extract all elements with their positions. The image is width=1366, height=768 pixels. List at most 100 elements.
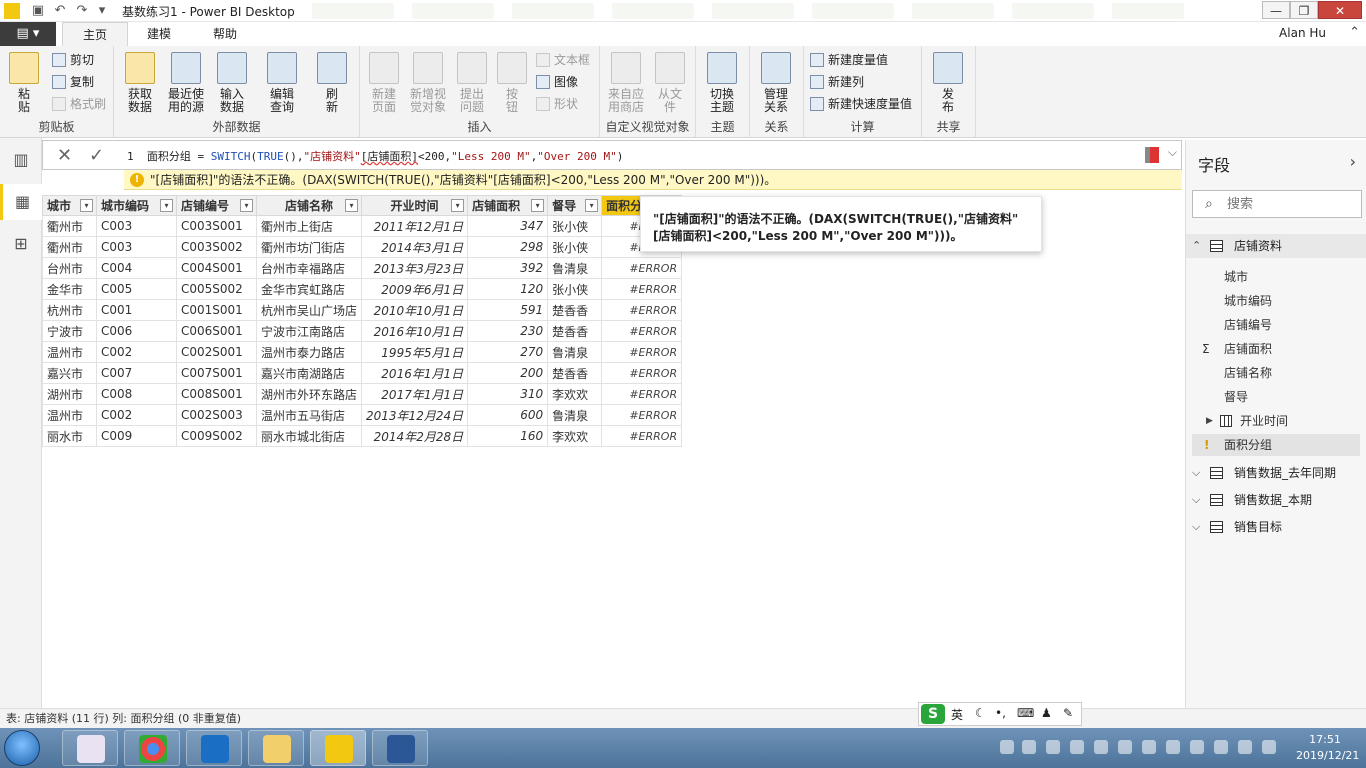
report-view-icon[interactable]: ▥ xyxy=(0,142,42,178)
table-cell[interactable]: #ERROR xyxy=(601,320,683,342)
table-cell[interactable]: 张小侠 xyxy=(547,215,603,237)
field-item[interactable]: 城市编码 xyxy=(1186,290,1366,312)
table-cell[interactable]: C009S002 xyxy=(176,425,257,447)
table-cell[interactable]: 衢州市 xyxy=(42,236,97,258)
enter-data-button[interactable]: 输入 数据 xyxy=(212,52,252,114)
signal-icon[interactable] xyxy=(1238,740,1252,754)
taskbar-explorer[interactable] xyxy=(248,730,304,766)
from-file-button[interactable]: 从文 件 xyxy=(650,52,690,114)
undo-icon[interactable]: ↶ xyxy=(52,3,68,19)
recent-sources-button[interactable]: 最近使 用的源 xyxy=(164,52,208,114)
table-cell[interactable]: 鲁清泉 xyxy=(547,404,603,426)
tray-icon[interactable] xyxy=(1166,740,1180,754)
table-cell[interactable]: C008 xyxy=(96,383,177,405)
table-cell[interactable]: 金华市 xyxy=(42,278,97,300)
column-header[interactable]: 城市 ▾ xyxy=(42,195,97,216)
textbox-button[interactable]: 文本框 xyxy=(536,50,590,70)
cancel-formula-icon[interactable]: ✕ xyxy=(57,145,72,166)
table-cell[interactable]: C006 xyxy=(96,320,177,342)
table-cell[interactable]: 张小侠 xyxy=(547,236,603,258)
table-cell[interactable]: 宁波市江南路店 xyxy=(255,320,363,342)
table-cell[interactable]: 丽水市城北街店 xyxy=(255,425,363,447)
tab-home[interactable]: 主页 xyxy=(62,22,128,46)
table-cell[interactable]: 温州市 xyxy=(42,341,97,363)
table-cell[interactable]: 2013年3月23日 xyxy=(361,257,469,279)
table-cell[interactable]: 李欢欢 xyxy=(547,425,603,447)
switch-theme-button[interactable]: 切换 主题 xyxy=(702,52,742,114)
table-cell[interactable]: C002 xyxy=(96,341,177,363)
filter-dropdown-icon[interactable]: ▾ xyxy=(531,199,545,212)
table-cell[interactable]: C005 xyxy=(96,278,177,300)
table-cell[interactable]: #ERROR xyxy=(601,362,683,384)
table-cell[interactable]: 1995年5月1日 xyxy=(361,341,469,363)
signed-in-user[interactable]: Alan Hu xyxy=(1279,26,1326,40)
table-cell[interactable]: 杭州市吴山广场店 xyxy=(255,299,363,321)
new-page-button[interactable]: 新建 页面 xyxy=(364,52,404,114)
field-item[interactable]: 城市 xyxy=(1186,266,1366,288)
field-table-sales-current[interactable]: ⌵ 销售数据_本期 xyxy=(1186,488,1366,512)
sogou-logo-icon[interactable]: S xyxy=(921,704,945,724)
table-cell[interactable]: C004S001 xyxy=(176,257,257,279)
table-cell[interactable]: #ERROR xyxy=(601,425,683,447)
minimize-button[interactable]: — xyxy=(1262,1,1290,19)
table-cell[interactable]: 2014年3月1日 xyxy=(361,236,469,258)
table-cell[interactable]: C005S002 xyxy=(176,278,257,300)
taskbar-app[interactable] xyxy=(62,730,118,766)
table-cell[interactable]: #ERROR xyxy=(601,278,683,300)
quick-access-dropdown-icon[interactable]: ▾ xyxy=(94,3,110,19)
table-cell[interactable]: #ERROR xyxy=(601,257,683,279)
tray-icon[interactable] xyxy=(1046,740,1060,754)
restore-button[interactable]: ❐ xyxy=(1290,1,1318,19)
filter-dropdown-icon[interactable]: ▾ xyxy=(451,199,465,212)
column-header[interactable]: 店铺编号 ▾ xyxy=(176,195,257,216)
field-table-store-info[interactable]: ⌃ 店铺资料 xyxy=(1186,234,1366,258)
shapes-button[interactable]: 形状 xyxy=(536,94,578,114)
field-item-error[interactable]: ! 面积分组 xyxy=(1192,434,1360,456)
table-cell[interactable]: C003S001 xyxy=(176,215,257,237)
table-cell[interactable]: 温州市泰力路店 xyxy=(255,341,363,363)
table-cell[interactable]: 台州市 xyxy=(42,257,97,279)
ask-question-button[interactable]: 提出 问题 xyxy=(452,52,492,114)
filter-dropdown-icon[interactable]: ▾ xyxy=(240,199,253,212)
table-cell[interactable]: 杭州市 xyxy=(42,299,97,321)
table-cell[interactable]: 金华市宾虹路店 xyxy=(255,278,363,300)
format-painter-button[interactable]: 格式刷 xyxy=(52,94,106,114)
table-cell[interactable]: C007S001 xyxy=(176,362,257,384)
table-cell[interactable]: C003S002 xyxy=(176,236,257,258)
wrench-icon[interactable]: ✎ xyxy=(1063,706,1073,720)
table-cell[interactable]: 2009年6月1日 xyxy=(361,278,469,300)
table-cell[interactable]: 591 xyxy=(467,299,549,321)
new-column-button[interactable]: 新建列 xyxy=(810,72,864,92)
table-cell[interactable]: 298 xyxy=(467,236,549,258)
table-cell[interactable]: C007 xyxy=(96,362,177,384)
volume-icon[interactable] xyxy=(1262,740,1276,754)
filter-dropdown-icon[interactable]: ▾ xyxy=(585,199,599,212)
tab-modeling[interactable]: 建模 xyxy=(136,22,182,46)
table-cell[interactable]: 衢州市上街店 xyxy=(255,215,363,237)
table-cell[interactable]: C003 xyxy=(96,215,177,237)
field-table-sales-last-year[interactable]: ⌵ 销售数据_去年同期 xyxy=(1186,461,1366,485)
filter-dropdown-icon[interactable]: ▾ xyxy=(160,199,173,212)
table-cell[interactable]: C009 xyxy=(96,425,177,447)
field-item[interactable]: 店铺名称 xyxy=(1186,362,1366,384)
buttons-button[interactable]: 按 钮 xyxy=(492,52,532,114)
formula-input[interactable]: 1 面积分组 = SWITCH(TRUE(),"店铺资料"[店铺面积]<200,… xyxy=(127,148,623,164)
field-item-date-hierarchy[interactable]: ▶ 开业时间 xyxy=(1186,410,1366,432)
field-item[interactable]: 店铺编号 xyxy=(1186,314,1366,336)
battery-icon[interactable] xyxy=(1214,740,1228,754)
table-cell[interactable]: 392 xyxy=(467,257,549,279)
publish-button[interactable]: 发 布 xyxy=(928,52,968,114)
start-button[interactable] xyxy=(4,730,40,766)
system-clock[interactable]: 17:51 2019/12/21 xyxy=(1296,732,1359,764)
skin-icon[interactable]: ♟ xyxy=(1041,706,1052,720)
filter-dropdown-icon[interactable]: ▾ xyxy=(345,199,359,212)
table-cell[interactable]: 嘉兴市 xyxy=(42,362,97,384)
table-cell[interactable]: #ERROR xyxy=(601,383,683,405)
table-cell[interactable]: 湖州市外环东路店 xyxy=(255,383,363,405)
taskbar-powerbi[interactable] xyxy=(310,730,366,766)
cut-button[interactable]: 剪切 xyxy=(52,50,94,70)
table-cell[interactable]: C003 xyxy=(96,236,177,258)
table-cell[interactable]: 温州市五马街店 xyxy=(255,404,363,426)
fields-search-box[interactable]: ⌕ xyxy=(1192,190,1362,218)
redo-icon[interactable]: ↷ xyxy=(74,3,90,19)
